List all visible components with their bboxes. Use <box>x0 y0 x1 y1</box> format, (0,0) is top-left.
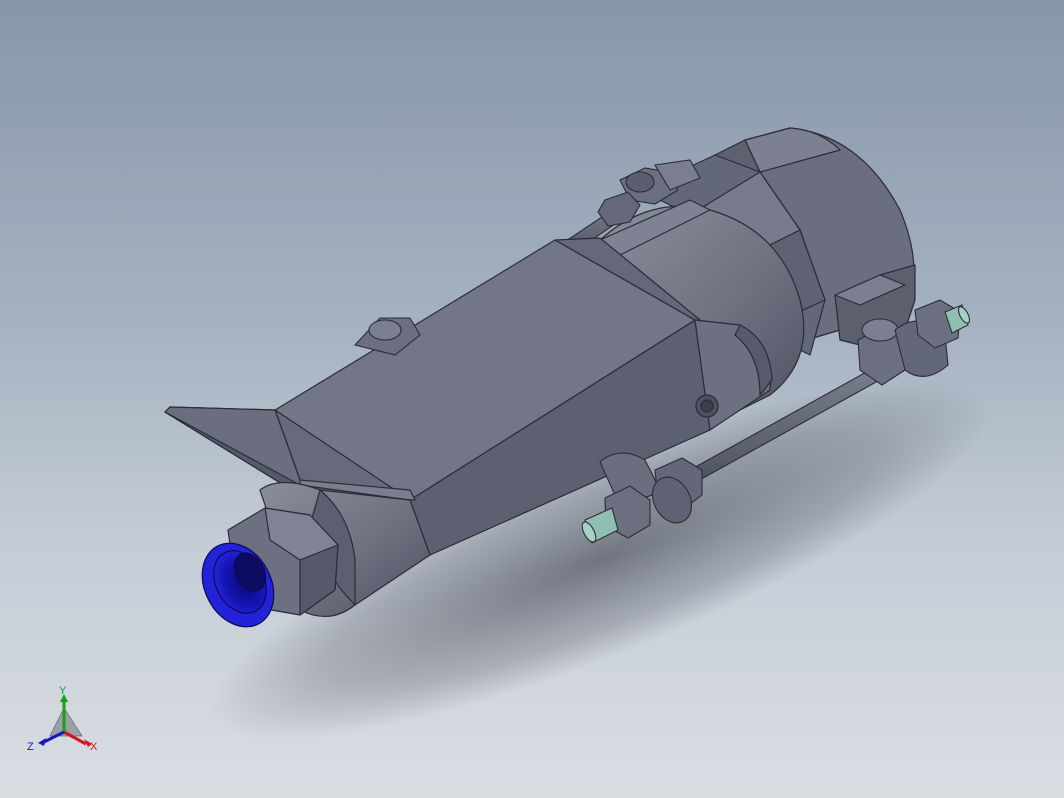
triad-z-label: Z <box>27 741 34 753</box>
triad-x-label: X <box>90 741 98 753</box>
graphics-viewport[interactable]: Y X Z <box>0 0 1064 798</box>
triad-z-arrow <box>38 738 46 746</box>
cad-model[interactable] <box>0 0 1064 798</box>
triad-y-label: Y <box>59 685 67 697</box>
reference-triad[interactable]: Y X Z <box>22 684 108 760</box>
